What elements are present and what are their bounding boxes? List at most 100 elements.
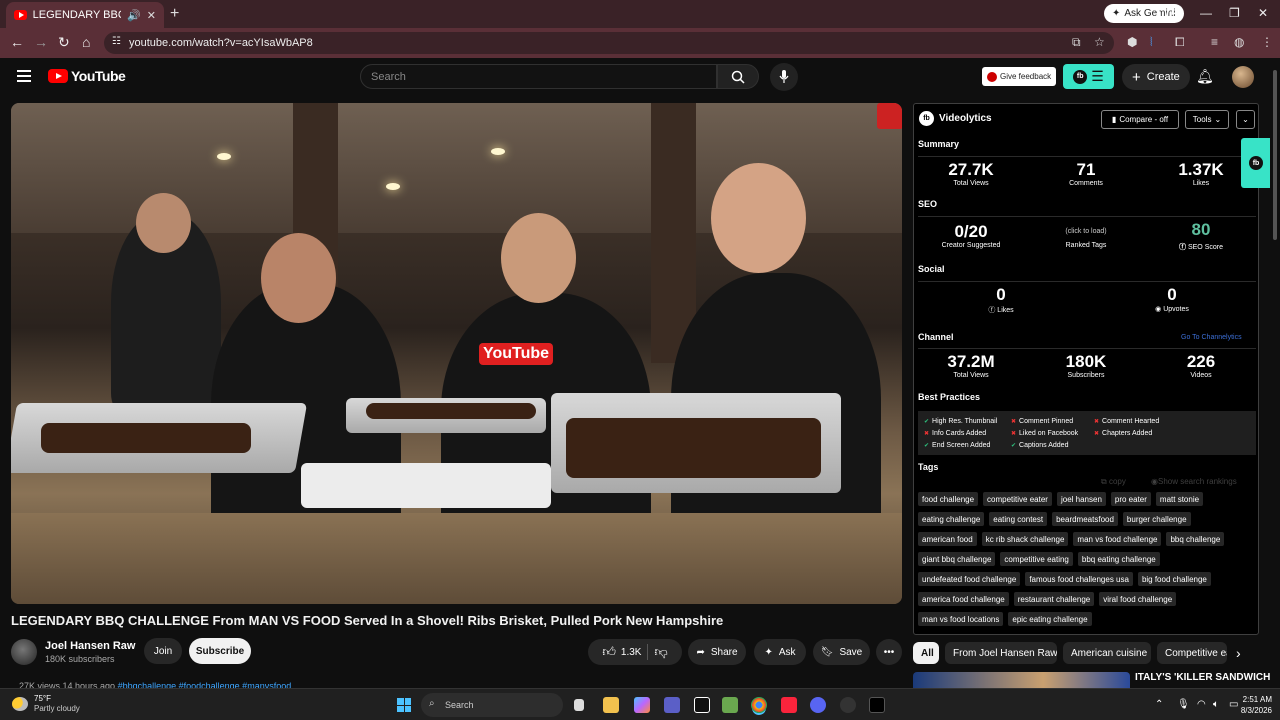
- tray-chevron-up-icon[interactable]: ⌃: [1155, 699, 1163, 710]
- videolytics-side-tab[interactable]: fb: [1241, 138, 1271, 188]
- videolytics-toggle-button[interactable]: fb ☰: [1063, 64, 1114, 89]
- hamburger-menu-icon[interactable]: [17, 70, 31, 85]
- tag-chip[interactable]: man vs food challenge: [1073, 532, 1162, 546]
- tray-mic-icon[interactable]: 🎙︎: [1177, 699, 1190, 710]
- tag-chip[interactable]: eating challenge: [918, 512, 985, 526]
- site-info-icon[interactable]: ☷: [112, 36, 121, 47]
- extension-icon[interactable]: ⬢: [1127, 35, 1137, 49]
- tag-chip[interactable]: eating contest: [989, 512, 1048, 526]
- close-tab-icon[interactable]: ✕: [147, 9, 156, 22]
- tag-chip[interactable]: epic eating challenge: [1008, 612, 1092, 626]
- address-bar[interactable]: ☷ youtube.com/watch?v=acYIsaWbAP8: [104, 32, 1114, 54]
- chip-all[interactable]: All: [913, 642, 939, 664]
- give-feedback-button[interactable]: Give feedback: [982, 67, 1057, 86]
- media-control-icon[interactable]: ≡: [1211, 35, 1218, 49]
- tag-chip[interactable]: big food challenge: [1137, 572, 1211, 586]
- capcut-icon[interactable]: [694, 697, 710, 713]
- tag-chip[interactable]: competitive eater: [983, 492, 1052, 506]
- volume-icon[interactable]: 🔈︎: [1213, 699, 1219, 710]
- scrollbar-thumb[interactable]: [1273, 70, 1277, 240]
- tag-chip[interactable]: competitive eating: [1000, 552, 1073, 566]
- tag-chip[interactable]: famous food challenges usa: [1025, 572, 1133, 586]
- tag-chip[interactable]: bbq challenge: [1166, 532, 1225, 546]
- forward-icon[interactable]: →: [34, 34, 48, 50]
- tag-chip[interactable]: undefeated food challenge: [918, 572, 1021, 586]
- tag-chip[interactable]: man vs food locations: [918, 612, 1004, 626]
- home-icon[interactable]: ⌂: [82, 34, 90, 50]
- subscribe-button[interactable]: Subscribe: [189, 638, 251, 664]
- youtube-logo[interactable]: YouTube: [48, 68, 126, 84]
- app-icon-black[interactable]: [869, 697, 885, 713]
- share-button[interactable]: ➦ Share: [688, 639, 746, 665]
- profile-icon[interactable]: ◍: [1234, 35, 1244, 49]
- browser-menu-icon[interactable]: ⋮: [1261, 35, 1273, 49]
- join-button[interactable]: Join: [144, 638, 182, 664]
- extensions-puzzle-icon[interactable]: ⧠: [1175, 35, 1185, 50]
- tools-dropdown[interactable]: Tools ⌄: [1185, 110, 1229, 129]
- search-button[interactable]: [717, 64, 759, 89]
- wifi-icon[interactable]: ◠: [1197, 699, 1206, 710]
- tag-chip[interactable]: pro eater: [1110, 492, 1151, 506]
- clock[interactable]: 2:51 AM 8/3/2026: [1234, 694, 1272, 716]
- collapse-panel-button[interactable]: ⌄: [1236, 110, 1255, 129]
- task-view-icon[interactable]: [574, 699, 584, 711]
- taskbar-search[interactable]: ⌕ Search: [421, 693, 563, 717]
- create-button[interactable]: + Create: [1122, 64, 1190, 90]
- tag-chip[interactable]: kc rib shack challenge: [981, 532, 1069, 546]
- tag-chip[interactable]: american food: [918, 532, 977, 546]
- speaker-icon[interactable]: 🔊: [127, 9, 141, 22]
- click-to-load[interactable]: (click to load): [1036, 223, 1136, 241]
- recommended-video-title[interactable]: ITALY'S 'KILLER SANDWICH: [1135, 672, 1270, 683]
- music-icon[interactable]: [781, 697, 797, 713]
- tag-chip[interactable]: burger challenge: [1122, 512, 1191, 526]
- tag-chip[interactable]: matt stonie: [1155, 492, 1204, 506]
- browser-tab[interactable]: LEGENDARY BBQ CHALLEN 🔊 ✕: [6, 2, 164, 28]
- install-app-icon[interactable]: ⧉: [1072, 35, 1081, 50]
- tag-chip[interactable]: joel hansen: [1056, 492, 1106, 506]
- file-explorer-icon[interactable]: [603, 697, 619, 713]
- compare-toggle-button[interactable]: ▮ Compare - off: [1101, 110, 1179, 129]
- tag-chip[interactable]: america food challenge: [918, 592, 1009, 606]
- video-player[interactable]: YouTube: [11, 103, 902, 604]
- like-button[interactable]: 👍︎ 1.3K: [602, 644, 641, 660]
- save-button[interactable]: 🔖︎ Save: [813, 639, 870, 665]
- tag-chip[interactable]: bbq eating challenge: [1077, 552, 1160, 566]
- account-avatar[interactable]: [1232, 66, 1254, 88]
- tag-chip[interactable]: beardmeatsfood: [1052, 512, 1118, 526]
- channel-name[interactable]: Joel Hansen Raw: [45, 640, 135, 652]
- notifications-bell-icon[interactable]: 🔔︎: [1196, 68, 1214, 85]
- page-scrollbar[interactable]: [1270, 58, 1280, 688]
- discord-icon[interactable]: [810, 697, 826, 713]
- close-window-icon[interactable]: ✕: [1258, 6, 1268, 20]
- reload-icon[interactable]: ↻: [58, 34, 70, 51]
- chip-from-channel[interactable]: From Joel Hansen Raw: [945, 642, 1057, 664]
- search-input[interactable]: Search: [360, 64, 717, 89]
- minimize-icon[interactable]: —: [1200, 6, 1212, 20]
- chip-competitive-eating[interactable]: Competitive eating: [1157, 642, 1227, 664]
- tag-chip[interactable]: restaurant challenge: [1013, 592, 1095, 606]
- copy-tags-button[interactable]: ⧉ copy: [1101, 477, 1126, 487]
- more-actions-button[interactable]: •••: [876, 639, 902, 665]
- voice-search-button[interactable]: [770, 63, 798, 91]
- chevron-right-icon[interactable]: ›: [1236, 645, 1241, 661]
- windows-start-icon[interactable]: [397, 698, 411, 712]
- tag-chip[interactable]: food challenge: [918, 492, 979, 506]
- bookmark-star-icon[interactable]: ☆: [1094, 35, 1105, 49]
- tag-chip[interactable]: giant bbq challenge: [918, 552, 996, 566]
- chrome-icon[interactable]: [751, 697, 767, 713]
- back-icon[interactable]: ←: [10, 34, 24, 50]
- weather-widget[interactable]: 75°F Partly cloudy: [12, 694, 80, 714]
- chip-american-cuisine[interactable]: American cuisine: [1063, 642, 1151, 664]
- tag-chip[interactable]: viral food challenge: [1099, 592, 1177, 606]
- ask-button[interactable]: ✦ Ask: [754, 639, 806, 665]
- restore-icon[interactable]: ❐: [1229, 6, 1240, 20]
- extension-audio-icon[interactable]: ⦚: [1150, 35, 1153, 50]
- seo-ranked-tags[interactable]: (click to load) Ranked Tags: [1036, 223, 1136, 249]
- channel-avatar[interactable]: [11, 639, 37, 665]
- go-to-channelytics-link[interactable]: Go To Channelytics: [1181, 334, 1242, 341]
- copilot-icon[interactable]: [634, 697, 650, 713]
- app-icon-green[interactable]: [722, 697, 738, 713]
- teams-icon[interactable]: [664, 697, 680, 713]
- thumbs-down-icon[interactable]: 👎︎: [654, 644, 667, 660]
- recommended-video-thumbnail[interactable]: [913, 672, 1130, 688]
